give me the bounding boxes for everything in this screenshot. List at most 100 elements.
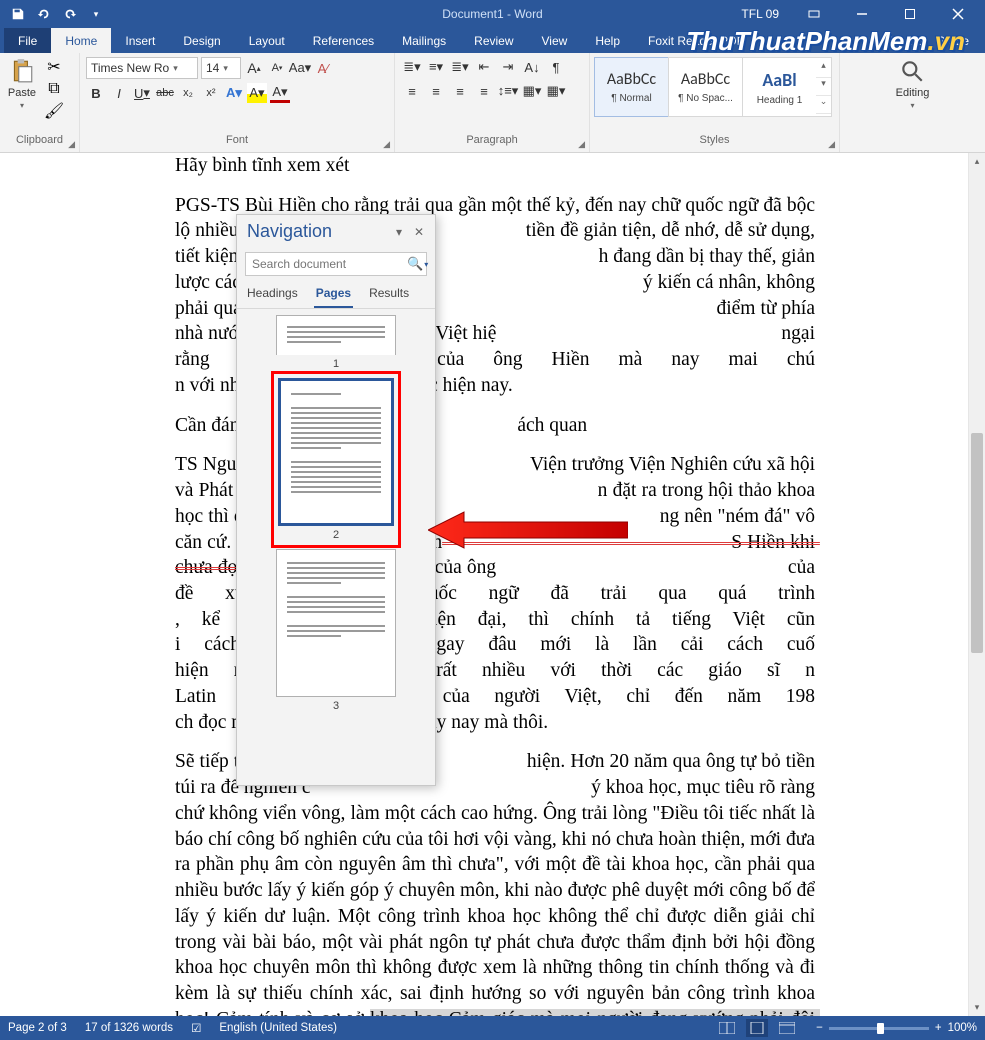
cut-icon[interactable]: ✂ (44, 57, 64, 77)
navigation-close-icon[interactable]: ✕ (409, 225, 429, 239)
styles-launcher-icon[interactable]: ◢ (828, 139, 835, 150)
nav-tab-results[interactable]: Results (367, 282, 411, 308)
zoom-in-icon[interactable]: + (935, 1022, 942, 1034)
clipboard-launcher-icon[interactable]: ◢ (68, 139, 75, 150)
bold-icon[interactable]: B (86, 83, 106, 103)
line-spacing-icon[interactable]: ↕≡▾ (497, 81, 519, 101)
justify-icon[interactable]: ≡ (473, 81, 495, 101)
status-word-count[interactable]: 17 of 1326 words (85, 1022, 173, 1034)
multilevel-list-icon[interactable]: ≣▾ (449, 57, 471, 77)
grow-font-icon[interactable]: A▴ (244, 58, 264, 78)
decrease-indent-icon[interactable]: ⇤ (473, 57, 495, 77)
qat-customize-icon[interactable]: ▾ (84, 2, 108, 26)
clear-formatting-icon[interactable]: A⁄ (313, 58, 333, 78)
ribbon-tabs: File Home Insert Design Layout Reference… (0, 28, 985, 53)
vertical-scrollbar[interactable]: ▴ ▾ (968, 153, 985, 1016)
font-launcher-icon[interactable]: ◢ (383, 139, 390, 150)
scroll-down-icon[interactable]: ▾ (969, 999, 985, 1016)
ribbon: Paste ▾ ✂ ⧉ 🖌 Clipboard◢ Times New Ro▾ 1… (0, 53, 985, 153)
style-normal[interactable]: AaBbCc ¶ Normal (594, 57, 669, 117)
editing-label[interactable]: Editing (896, 87, 930, 99)
group-font-label: Font (226, 134, 248, 146)
redo-icon[interactable] (58, 2, 82, 26)
status-language[interactable]: English (United States) (219, 1022, 337, 1034)
align-center-icon[interactable]: ≡ (425, 81, 447, 101)
format-painter-icon[interactable]: 🖌 (44, 101, 64, 121)
view-read-mode-icon[interactable] (716, 1019, 738, 1037)
font-color-icon[interactable]: A▾ (270, 83, 290, 103)
search-icon[interactable]: 🔍▾ (407, 256, 428, 272)
editing-icon[interactable] (896, 57, 928, 85)
font-name-combo[interactable]: Times New Ro▾ (86, 57, 198, 79)
tab-home[interactable]: Home (51, 28, 111, 53)
close-icon[interactable] (935, 0, 981, 28)
doc-paragraph: Hãy bình tĩnh xem xét (175, 153, 815, 179)
shrink-font-icon[interactable]: A▾ (267, 58, 287, 78)
bullets-icon[interactable]: ≣▾ (401, 57, 423, 77)
group-paragraph-label: Paragraph (466, 134, 517, 146)
subscript-icon[interactable]: x₂ (178, 83, 198, 103)
ribbon-display-options-icon[interactable] (791, 0, 837, 28)
superscript-icon[interactable]: x² (201, 83, 221, 103)
maximize-icon[interactable] (887, 0, 933, 28)
user-name[interactable]: TFL 09 (731, 7, 789, 21)
numbering-icon[interactable]: ≡▾ (425, 57, 447, 77)
align-left-icon[interactable]: ≡ (401, 81, 423, 101)
group-styles-label: Styles (700, 134, 730, 146)
font-size-combo[interactable]: 14▾ (201, 57, 241, 79)
tab-design[interactable]: Design (169, 28, 234, 53)
show-marks-icon[interactable]: ¶ (545, 57, 567, 77)
align-right-icon[interactable]: ≡ (449, 81, 471, 101)
sort-icon[interactable]: A↓ (521, 57, 543, 77)
styles-expand-icon[interactable]: ▴▾⌄ (816, 57, 832, 117)
tab-view[interactable]: View (528, 28, 582, 53)
zoom-level[interactable]: 100% (948, 1022, 977, 1034)
tab-insert[interactable]: Insert (111, 28, 169, 53)
paste-label[interactable]: Paste (8, 87, 36, 99)
paste-icon[interactable] (6, 57, 38, 85)
navigation-options-icon[interactable]: ▾ (389, 225, 409, 239)
italic-icon[interactable]: I (109, 83, 129, 103)
copy-icon[interactable]: ⧉ (44, 79, 64, 99)
navigation-search[interactable]: 🔍▾ (245, 252, 427, 276)
nav-thumb-1[interactable]: 1 (276, 315, 396, 370)
zoom-out-icon[interactable]: − (816, 1022, 823, 1034)
styles-gallery[interactable]: AaBbCc ¶ Normal AaBbCc ¶ No Spac... AaBl… (594, 57, 832, 117)
share-button[interactable]: Share (937, 34, 969, 48)
minimize-icon[interactable] (839, 0, 885, 28)
undo-icon[interactable] (32, 2, 56, 26)
borders-icon[interactable]: ▦▾ (545, 81, 567, 101)
view-print-layout-icon[interactable] (746, 1019, 768, 1037)
save-icon[interactable] (6, 2, 30, 26)
underline-icon[interactable]: U▾ (132, 83, 152, 103)
style-no-spacing[interactable]: AaBbCc ¶ No Spac... (668, 57, 743, 117)
tab-foxit[interactable]: Foxit Reader PDF (634, 28, 758, 53)
zoom-slider[interactable] (829, 1027, 929, 1030)
tell-me[interactable]: 💡 Tell me (867, 34, 923, 48)
strikethrough-icon[interactable]: abc (155, 83, 175, 103)
increase-indent-icon[interactable]: ⇥ (497, 57, 519, 77)
tab-help[interactable]: Help (581, 28, 634, 53)
scroll-thumb[interactable] (971, 433, 983, 653)
scroll-up-icon[interactable]: ▴ (969, 153, 985, 170)
highlight-icon[interactable]: A▾ (247, 83, 267, 103)
navigation-search-input[interactable] (252, 257, 407, 271)
nav-thumb-3[interactable]: 3 (276, 549, 396, 712)
tab-review[interactable]: Review (460, 28, 527, 53)
text-effects-icon[interactable]: A▾ (224, 83, 244, 103)
tab-layout[interactable]: Layout (235, 28, 299, 53)
nav-thumb-2[interactable]: 2 (276, 376, 396, 543)
nav-tab-pages[interactable]: Pages (314, 282, 353, 308)
nav-tab-headings[interactable]: Headings (245, 282, 300, 308)
status-bar: Page 2 of 3 17 of 1326 words ☑ English (… (0, 1016, 985, 1040)
tab-file[interactable]: File (4, 28, 51, 53)
style-heading1[interactable]: AaBl Heading 1 (742, 57, 817, 117)
status-page[interactable]: Page 2 of 3 (8, 1022, 67, 1034)
status-proofing-icon[interactable]: ☑ (191, 1021, 201, 1035)
tab-mailings[interactable]: Mailings (388, 28, 460, 53)
change-case-icon[interactable]: Aa▾ (290, 58, 310, 78)
shading-icon[interactable]: ▦▾ (521, 81, 543, 101)
view-web-layout-icon[interactable] (776, 1019, 798, 1037)
paragraph-launcher-icon[interactable]: ◢ (578, 139, 585, 150)
tab-references[interactable]: References (299, 28, 388, 53)
